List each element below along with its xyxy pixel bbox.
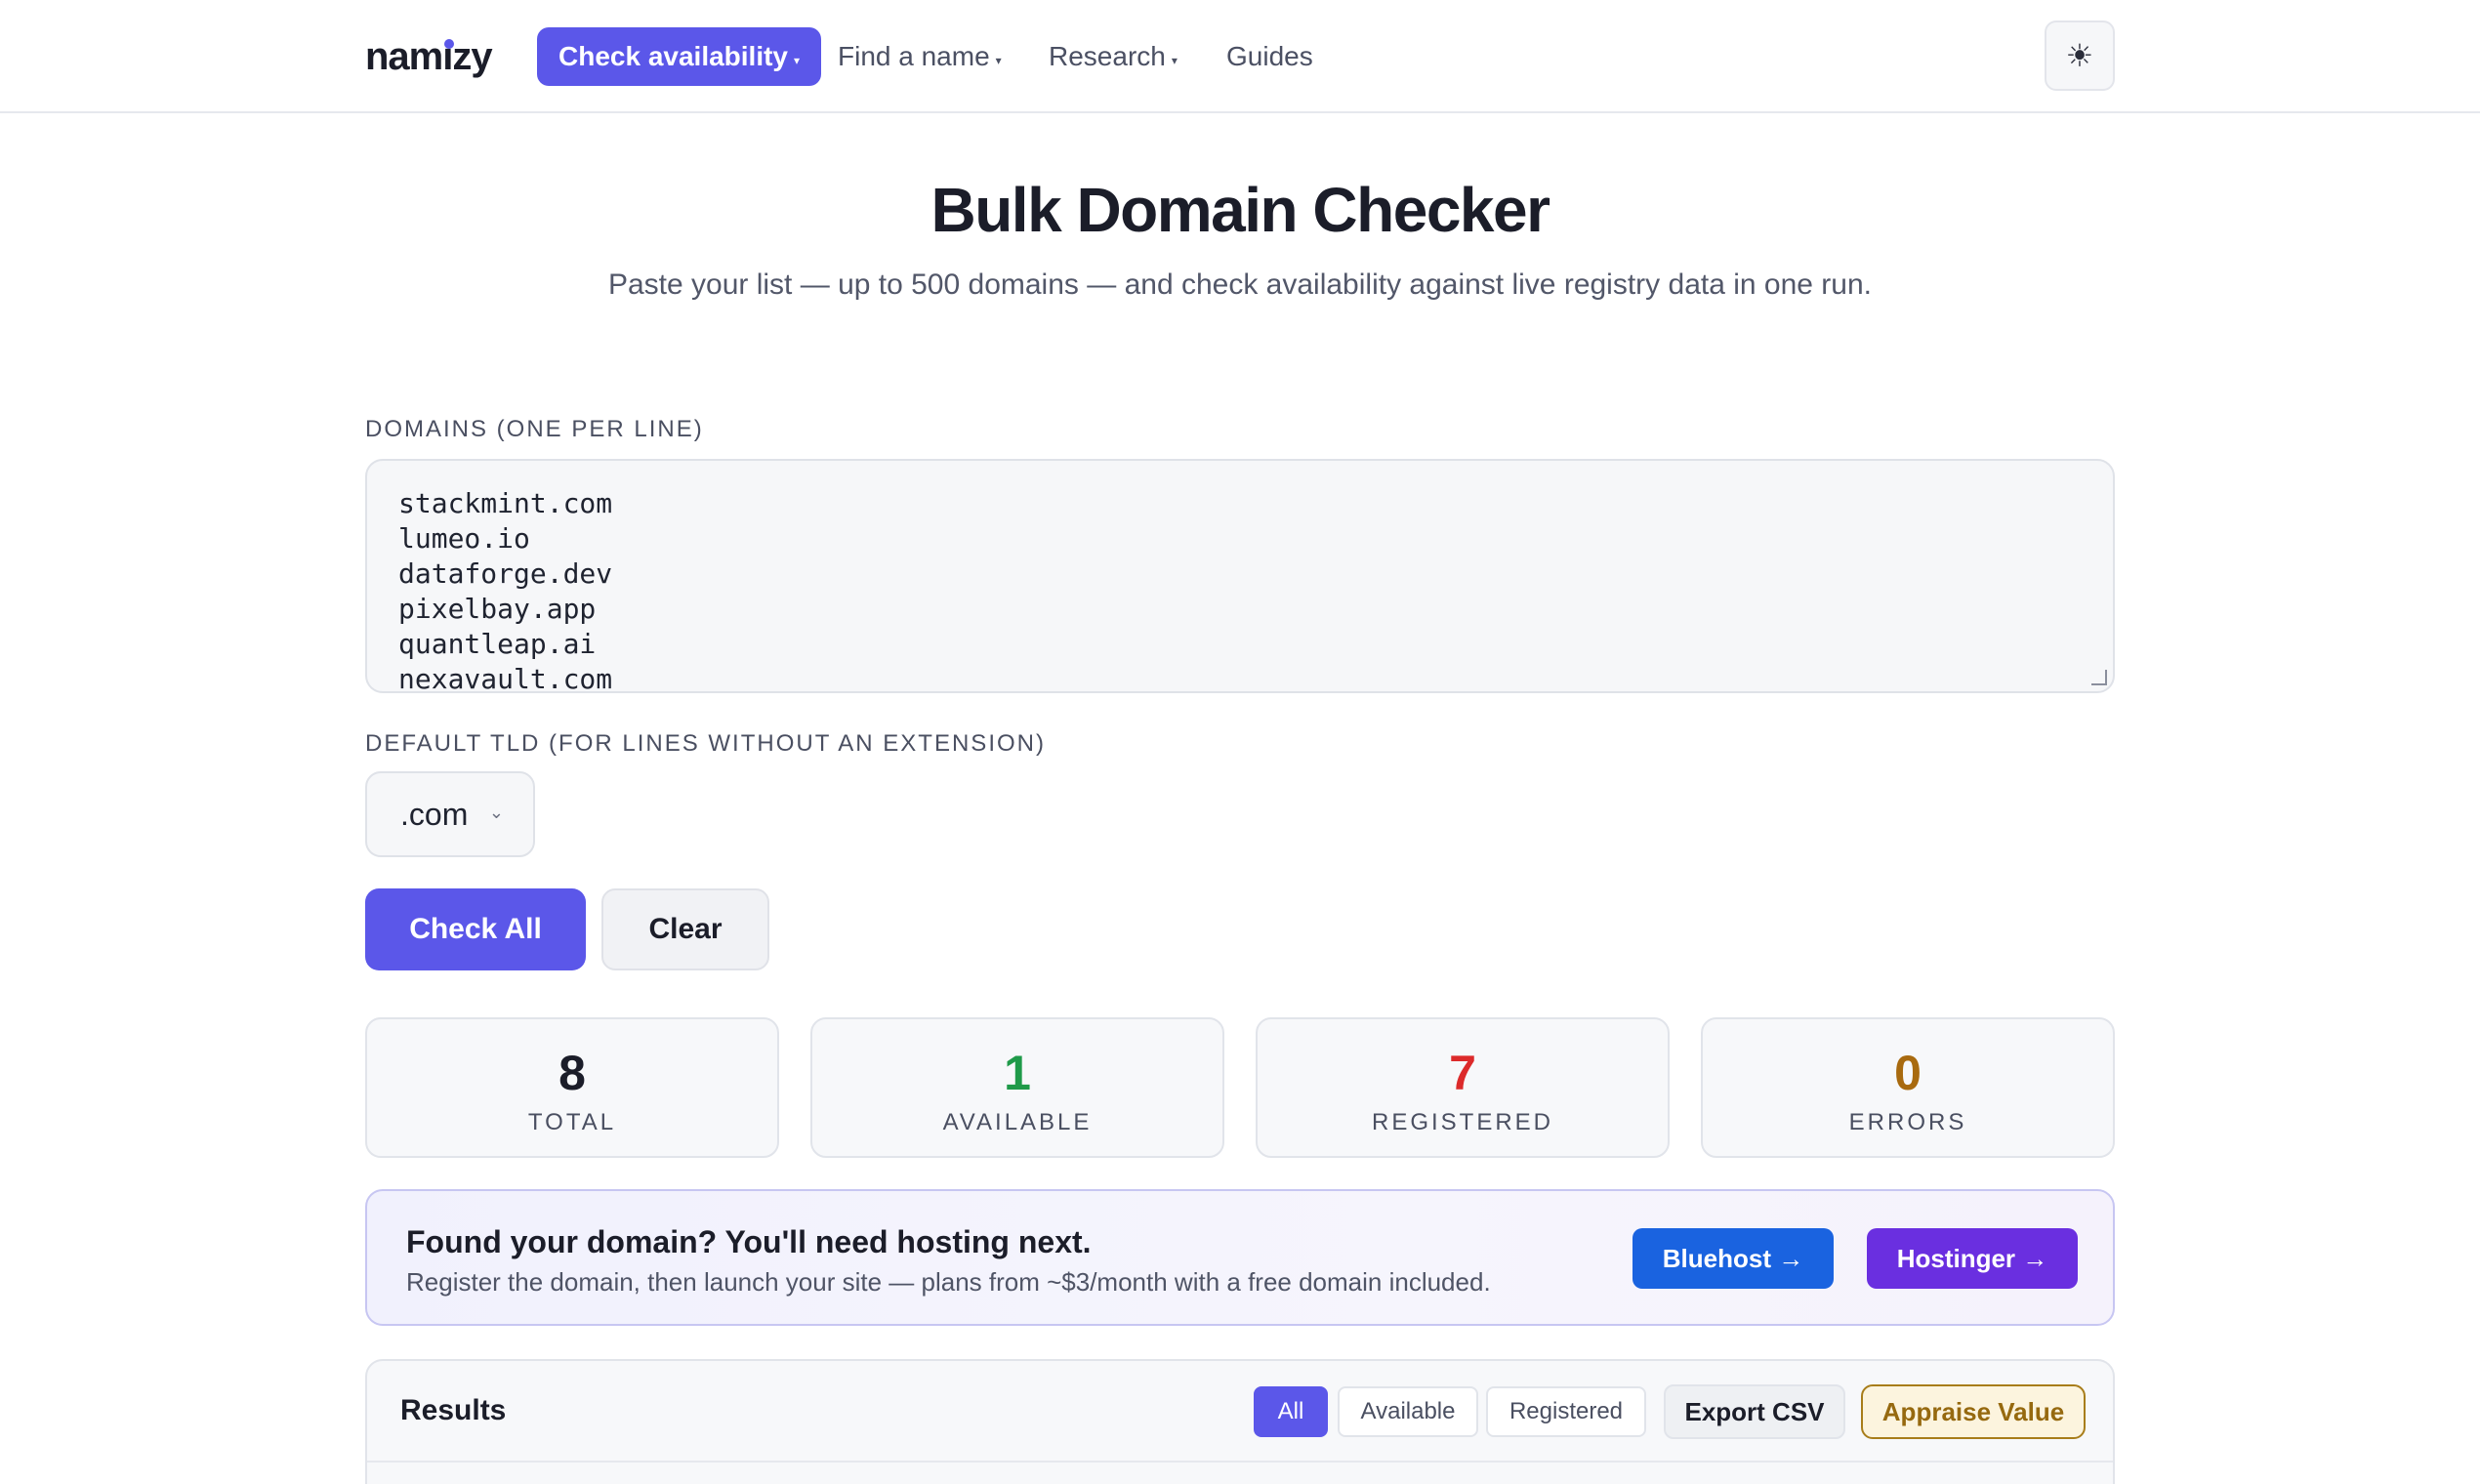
nav-check-availability[interactable]: Check availability ▾ — [537, 27, 822, 86]
resize-handle-icon[interactable] — [2091, 670, 2107, 685]
domain-line: nexavault.com — [398, 663, 613, 693]
logo-dot — [444, 38, 455, 49]
tld-select[interactable]: .com ⌄ — [365, 771, 535, 857]
filter-available-tab[interactable]: Available — [1338, 1386, 1478, 1437]
domain-line: stackmint.com — [398, 487, 613, 519]
stat-label: ERRORS — [1848, 1109, 1967, 1135]
page-subtitle: Paste your list — up to 500 domains — an… — [607, 268, 1872, 301]
stat-value: 0 — [1894, 1046, 1922, 1100]
domain-line: quantleap.ai — [398, 628, 597, 660]
page-title: Bulk Domain Checker — [930, 175, 1550, 245]
stat-available-card: 1 AVAILABLE — [810, 1017, 1224, 1158]
chevron-down-icon: ⌄ — [488, 803, 504, 822]
site-logo[interactable]: nam ı zy — [365, 29, 493, 84]
domain-line: dataforge.dev — [398, 557, 613, 590]
hosting-promo-banner: Found your domain? You'll need hosting n… — [365, 1189, 2115, 1326]
filter-all-tab[interactable]: All — [1254, 1386, 1328, 1437]
theme-toggle-button[interactable]: ☀ — [2045, 21, 2115, 91]
domains-textarea[interactable]: stackmint.com lumeo.io dataforge.dev pix… — [365, 459, 2115, 693]
domain-line: pixelbay.app — [398, 593, 597, 625]
nav-research[interactable]: Research ▾ — [1027, 27, 1199, 86]
results-title: Results — [400, 1394, 507, 1426]
stat-value: 8 — [558, 1046, 586, 1100]
stat-errors-card: 0 ERRORS — [1701, 1017, 2115, 1158]
stat-value: 7 — [1449, 1046, 1476, 1100]
stat-label: REGISTERED — [1371, 1109, 1554, 1135]
tld-value: .com — [400, 796, 469, 832]
hostinger-button[interactable]: Hostinger → — [1867, 1228, 2078, 1289]
domains-label: DOMAINS (ONE PER LINE) — [365, 416, 704, 442]
nav-label: Research — [1049, 41, 1166, 71]
results-panel: Results All Available Registered Export … — [365, 1359, 2115, 1484]
top-navbar: nam ı zy Check availability ▾ Find a name … — [0, 0, 2480, 113]
stat-total-card: 8 TOTAL — [365, 1017, 779, 1158]
export-csv-button[interactable]: Export CSV — [1664, 1384, 1845, 1439]
clear-button[interactable]: Clear — [601, 888, 769, 970]
stat-label: TOTAL — [527, 1109, 617, 1135]
promo-subtext: Register the domain, then launch your si… — [406, 1267, 1491, 1297]
stat-label: AVAILABLE — [942, 1109, 1093, 1135]
tld-label: DEFAULT TLD (FOR LINES WITHOUT AN EXTENS… — [365, 730, 1046, 757]
results-divider — [367, 1461, 2113, 1463]
nav-find-a-name[interactable]: Find a name ▾ — [816, 27, 1023, 86]
nav-guides[interactable]: Guides — [1205, 27, 1335, 86]
stat-value: 1 — [1004, 1046, 1031, 1100]
nav-label: Find a name — [838, 41, 990, 71]
chevron-down-icon: ▾ — [794, 54, 801, 67]
chevron-down-icon: ▾ — [995, 54, 1002, 67]
filter-registered-tab[interactable]: Registered — [1486, 1386, 1646, 1437]
stat-registered-card: 7 REGISTERED — [1256, 1017, 1670, 1158]
check-all-button[interactable]: Check All — [365, 888, 586, 970]
chevron-down-icon: ▾ — [1171, 54, 1178, 67]
appraise-value-button[interactable]: Appraise Value — [1861, 1384, 2086, 1439]
nav-label: Guides — [1226, 41, 1313, 71]
sun-icon: ☀ — [2065, 38, 2094, 73]
domain-line: lumeo.io — [398, 522, 530, 555]
nav-label: Check availability — [558, 41, 789, 71]
promo-heading: Found your domain? You'll need hosting n… — [406, 1224, 1092, 1259]
bluehost-button[interactable]: Bluehost → — [1633, 1228, 1834, 1289]
